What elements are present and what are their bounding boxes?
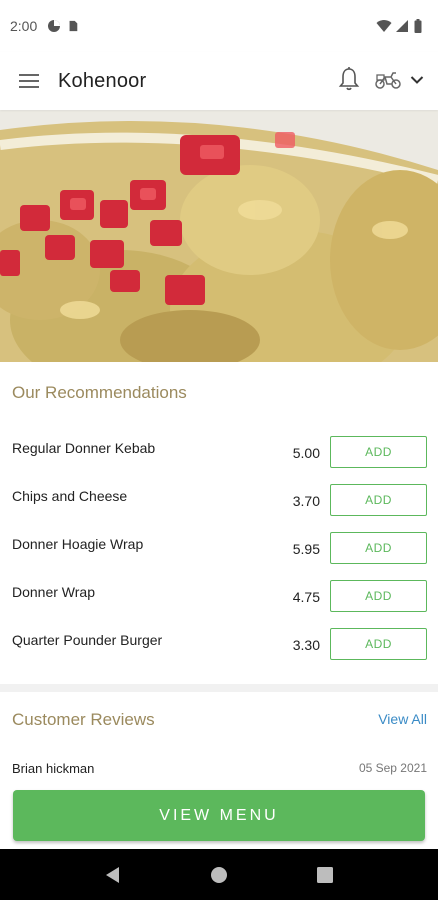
add-button[interactable]: ADD <box>330 436 427 468</box>
add-button[interactable]: ADD <box>330 628 427 660</box>
sim-card-icon <box>67 19 81 33</box>
view-all-link[interactable]: View All <box>378 711 427 727</box>
add-button[interactable]: ADD <box>330 532 427 564</box>
recommendations-list: Regular Donner Kebab 5.00 ADD Chips and … <box>0 432 438 672</box>
recommendations-section: Our Recommendations Regular Donner Kebab… <box>0 362 438 684</box>
list-item: Quarter Pounder Burger 3.30 ADD <box>0 624 438 672</box>
hero-food-image <box>0 110 438 362</box>
system-nav-bar <box>0 849 438 900</box>
reviews-section: Customer Reviews View All Brian hickman … <box>0 692 438 792</box>
review-author: Brian hickman <box>12 761 95 776</box>
item-price: 3.30 <box>292 637 320 653</box>
wifi-icon <box>376 19 392 33</box>
app-title: Kohenoor <box>58 69 147 92</box>
item-name: Chips and Cheese <box>12 488 128 504</box>
list-item: Donner Wrap 4.75 ADD <box>0 576 438 624</box>
menu-icon[interactable] <box>0 52 58 110</box>
status-bar: 2:00 <box>0 0 438 52</box>
scooter-icon <box>374 68 402 95</box>
list-item: Chips and Cheese 3.70 ADD <box>0 480 438 528</box>
status-time: 2:00 <box>10 18 38 34</box>
item-price: 5.00 <box>292 445 320 461</box>
item-price: 3.70 <box>292 493 320 509</box>
item-name: Quarter Pounder Burger <box>12 632 163 648</box>
battery-icon <box>414 19 428 33</box>
item-name: Donner Wrap <box>12 584 96 600</box>
item-price: 4.75 <box>292 589 320 605</box>
chevron-down-icon <box>410 72 424 90</box>
reviews-title: Customer Reviews <box>12 710 155 729</box>
recents-icon[interactable] <box>305 855 345 895</box>
view-menu-button[interactable]: VIEW MENU <box>13 790 425 841</box>
data-saver-icon <box>47 19 61 33</box>
list-item: Regular Donner Kebab 5.00 ADD <box>0 432 438 480</box>
home-icon[interactable] <box>199 855 239 895</box>
add-button[interactable]: ADD <box>330 484 427 516</box>
recommendations-title: Our Recommendations <box>12 383 187 402</box>
add-button[interactable]: ADD <box>330 580 427 612</box>
item-name: Regular Donner Kebab <box>12 440 156 456</box>
delivery-mode-select[interactable] <box>374 68 424 95</box>
item-price: 5.95 <box>292 541 320 557</box>
back-icon[interactable] <box>93 855 133 895</box>
list-item: Donner Hoagie Wrap 5.95 ADD <box>0 528 438 576</box>
app-bar: Kohenoor <box>0 52 438 110</box>
review-date: 05 Sep 2021 <box>358 761 427 775</box>
item-name: Donner Hoagie Wrap <box>12 536 144 552</box>
signal-icon <box>395 19 409 33</box>
bell-icon[interactable] <box>338 66 360 97</box>
section-divider <box>0 684 438 692</box>
